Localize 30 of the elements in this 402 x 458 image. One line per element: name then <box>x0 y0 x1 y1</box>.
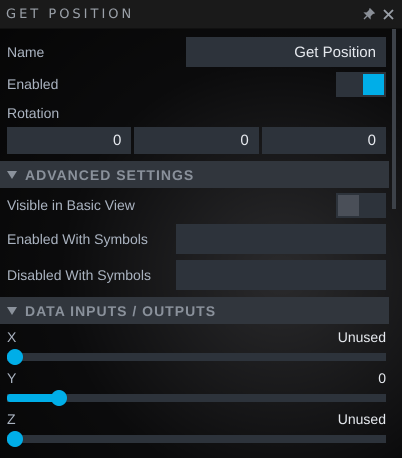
pin-icon[interactable] <box>363 8 375 20</box>
text-field[interactable] <box>176 224 386 254</box>
slider-label: Z <box>7 411 16 427</box>
field-label: Visible in Basic View <box>7 197 135 213</box>
field-label: Enabled <box>7 76 58 92</box>
toggle-switch[interactable] <box>336 192 386 218</box>
scrollbar[interactable] <box>392 29 396 209</box>
section-title: ADVANCED SETTINGS <box>25 166 194 182</box>
number-field[interactable]: 0 <box>134 127 259 154</box>
section-title: DATA INPUTS / OUTPUTS <box>25 302 216 318</box>
number-field[interactable]: 0 <box>7 127 132 154</box>
slider-value: Unused <box>338 411 386 427</box>
slider-label: X <box>7 329 16 345</box>
slider-value: 0 <box>378 370 386 386</box>
field-label: Name <box>7 44 44 60</box>
text-field[interactable]: Get Position <box>186 37 386 67</box>
field-label: Disabled With Symbols <box>7 267 151 283</box>
caret-icon <box>7 306 17 315</box>
field-label: Enabled With Symbols <box>7 231 148 247</box>
section-header[interactable]: DATA INPUTS / OUTPUTS <box>0 297 389 324</box>
slider-label: Y <box>7 370 16 386</box>
field-label: Rotation <box>7 105 60 121</box>
number-field[interactable]: 0 <box>262 127 386 154</box>
slider-value: Unused <box>338 329 386 345</box>
text-field[interactable] <box>176 260 386 290</box>
close-icon[interactable] <box>383 8 394 20</box>
caret-icon <box>7 170 17 179</box>
section-header[interactable]: ADVANCED SETTINGS <box>0 161 389 188</box>
window-title: GET POSITION <box>6 6 134 22</box>
toggle-switch[interactable] <box>336 72 386 96</box>
